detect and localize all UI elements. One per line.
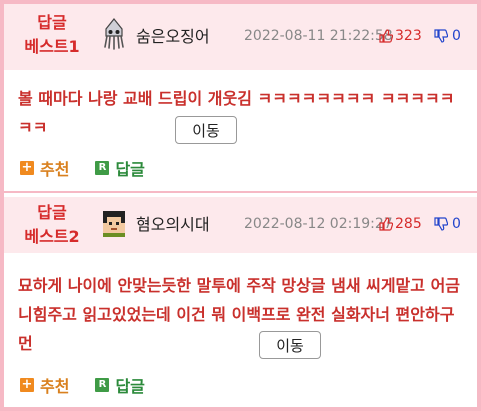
comment-best1: 답글 베스트1 숨은오징어 2022-08-11 21:22:58 323 0 … bbox=[4, 4, 477, 193]
nickname[interactable]: 숨은오징어 bbox=[136, 23, 210, 47]
dislike-count[interactable]: 0 bbox=[434, 216, 461, 232]
comment-date: 2022-08-11 21:22:58 bbox=[244, 28, 393, 44]
reply-label: 답글 bbox=[115, 160, 145, 179]
like-count[interactable]: 323 bbox=[379, 28, 422, 44]
reply-label: 답글 bbox=[115, 377, 145, 396]
dislike-count-value: 0 bbox=[452, 28, 461, 44]
comment-actions: + 추천 R 답글 bbox=[20, 156, 145, 180]
recommend-button[interactable]: + 추천 bbox=[20, 156, 69, 180]
move-button[interactable]: 이동 bbox=[175, 116, 237, 144]
plus-icon: + bbox=[20, 377, 34, 392]
recommend-label: 추천 bbox=[40, 377, 70, 396]
reply-button[interactable]: R 답글 bbox=[95, 373, 145, 397]
reply-r-icon: R bbox=[95, 161, 110, 175]
best-badge-line1: 답글 bbox=[37, 13, 67, 32]
comment-header: 답글 베스트2 혐오의시대 2022-08-12 02:19:27 285 0 bbox=[4, 197, 477, 253]
like-count-value: 323 bbox=[395, 28, 422, 44]
reply-r-icon: R bbox=[95, 378, 110, 392]
comment-text: 묘하게 나이에 안맞는듯한 말투에 주작 망상글 냄새 씨게맡고 어금니힘주고 … bbox=[18, 276, 461, 353]
comment-best2: 답글 베스트2 혐오의시대 2022-08-12 02:19:27 285 0 … bbox=[4, 197, 477, 407]
like-count-value: 285 bbox=[395, 216, 422, 232]
thumbs-up-icon[interactable] bbox=[379, 29, 393, 43]
thumbs-down-icon[interactable] bbox=[434, 29, 448, 43]
thumbs-up-icon[interactable] bbox=[379, 217, 393, 231]
recommend-button[interactable]: + 추천 bbox=[20, 373, 69, 397]
like-count[interactable]: 285 bbox=[379, 216, 422, 232]
squid-icon[interactable] bbox=[100, 18, 128, 50]
best-badge-line1: 답글 bbox=[37, 203, 67, 222]
best-badge: 답글 베스트2 bbox=[12, 201, 92, 249]
best-badge: 답글 베스트1 bbox=[12, 11, 92, 59]
dislike-count[interactable]: 0 bbox=[434, 28, 461, 44]
best-replies-panel: 답글 베스트1 숨은오징어 2022-08-11 21:22:58 323 0 … bbox=[0, 0, 481, 411]
recommend-label: 추천 bbox=[40, 160, 70, 179]
comment-header: 답글 베스트1 숨은오징어 2022-08-11 21:22:58 323 0 bbox=[4, 4, 477, 70]
comment-actions: + 추천 R 답글 bbox=[20, 373, 145, 397]
reply-button[interactable]: R 답글 bbox=[95, 156, 145, 180]
thumbs-down-icon[interactable] bbox=[434, 217, 448, 231]
nickname[interactable]: 혐오의시대 bbox=[136, 211, 210, 235]
plus-icon: + bbox=[20, 160, 34, 175]
move-button[interactable]: 이동 bbox=[259, 331, 321, 359]
dislike-count-value: 0 bbox=[452, 216, 461, 232]
comment-date: 2022-08-12 02:19:27 bbox=[244, 216, 393, 232]
best-badge-line2: 베스트2 bbox=[24, 227, 80, 246]
comment-text: 볼 때마다 나랑 교배 드립이 개웃김 ㅋㅋㅋㅋㅋㅋㅋㅋ ㅋㅋㅋㅋㅋㅋㅋ bbox=[18, 89, 455, 137]
pixel-face-icon[interactable] bbox=[100, 207, 128, 239]
best-badge-line2: 베스트1 bbox=[24, 37, 80, 56]
